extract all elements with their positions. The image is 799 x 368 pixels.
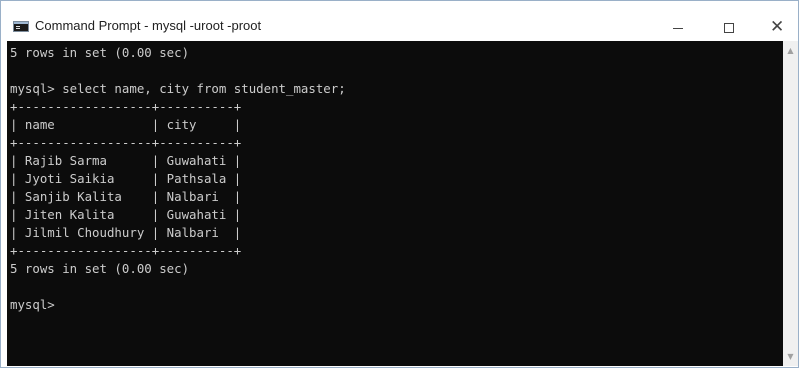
console-line: 5 rows in set (0.00 sec) [10,261,190,276]
table-border: +------------------+----------+ [10,243,242,258]
table-border: +------------------+----------+ [10,99,242,114]
table-header-row: | name | city | [10,117,242,132]
table-row: | Jilmil Choudhury | Nalbari | [10,225,242,240]
scroll-down-arrow-icon[interactable]: ▼ [783,349,798,364]
close-button[interactable]: ✕ [753,9,799,41]
window-title: Command Prompt - mysql -uroot -proot [35,18,262,33]
table-row: | Rajib Sarma | Guwahati | [10,153,242,168]
maximize-icon [724,23,734,33]
command-prompt-window: Command Prompt - mysql -uroot -proot ✕ 5… [0,0,799,368]
title-bar[interactable]: Command Prompt - mysql -uroot -proot ✕ [1,1,798,41]
cmd-icon [13,21,29,32]
console-line: 5 rows in set (0.00 sec) [10,45,190,60]
mysql-prompt[interactable]: mysql> [10,296,55,314]
table-row: | Jiten Kalita | Guwahati | [10,207,242,222]
maximize-button[interactable] [707,9,753,41]
minimize-button[interactable] [655,9,701,41]
console-output[interactable]: 5 rows in set (0.00 sec) mysql> select n… [7,41,783,366]
console-line: mysql> select name, city from student_ma… [10,81,346,96]
table-row: | Sanjib Kalita | Nalbari | [10,189,242,204]
table-border: +------------------+----------+ [10,135,242,150]
close-icon: ✕ [770,17,785,37]
table-row: | Jyoti Saikia | Pathsala | [10,171,242,186]
scroll-up-arrow-icon[interactable]: ▲ [783,43,798,58]
minimize-icon [673,28,683,29]
vertical-scrollbar[interactable]: ▲ ▼ [783,41,798,366]
